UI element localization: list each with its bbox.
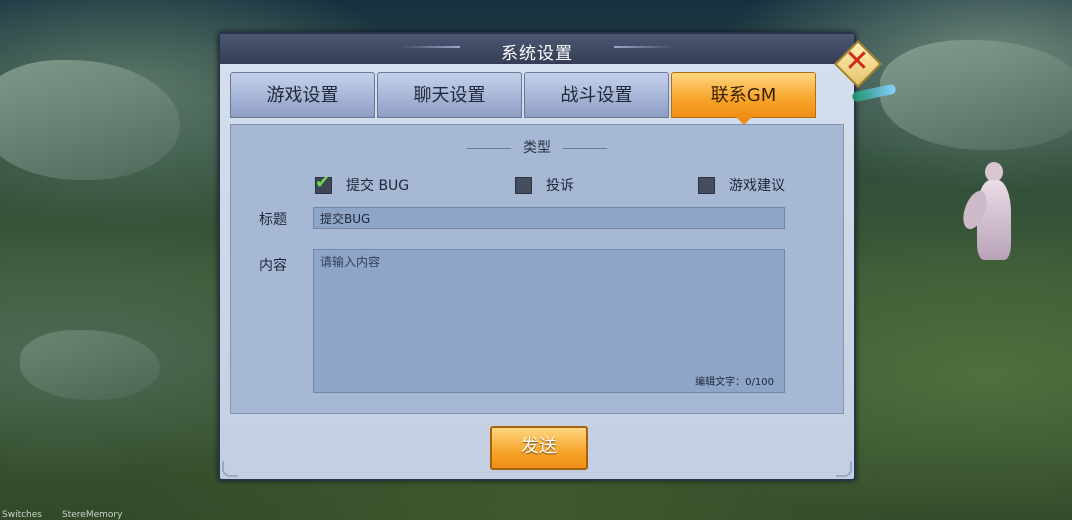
tab-battle-settings[interactable]: 战斗设置 — [524, 72, 669, 118]
option-complaint-label: 投诉 — [546, 178, 574, 194]
title-deco-right — [614, 46, 674, 48]
tab-contact-gm[interactable]: 联系GM — [671, 72, 816, 125]
type-label: 类型 — [523, 140, 551, 156]
contact-gm-panel: 类型 提交 BUG 投诉 游戏建议 标题 内容 编辑文字：0/100 — [230, 124, 844, 414]
player-character[interactable] — [958, 160, 1025, 270]
content-field: 编辑文字：0/100 — [313, 249, 785, 393]
option-suggestion[interactable]: 游戏建议 — [698, 175, 785, 195]
system-settings-dialog: 系统设置 游戏设置 聊天设置 战斗设置 联系GM 类型 提交 BUG 投诉 游戏… — [218, 32, 856, 481]
checkbox-suggestion[interactable] — [698, 176, 715, 194]
corner-ornament-br — [836, 461, 852, 477]
close-button[interactable]: ✕ — [833, 39, 883, 89]
option-submit-bug-label: 提交 BUG — [346, 178, 410, 194]
option-suggestion-label: 游戏建议 — [729, 178, 785, 194]
checkbox-complaint[interactable] — [515, 176, 532, 194]
type-heading: 类型 — [231, 137, 843, 157]
type-deco-right — [563, 147, 607, 149]
checkbox-submit-bug[interactable] — [315, 172, 332, 194]
bottom-status-1: Switches — [2, 510, 42, 520]
dialog-title-bar: 系统设置 — [220, 34, 854, 64]
dialog-title: 系统设置 — [501, 44, 573, 64]
title-field-label: 标题 — [259, 212, 287, 228]
type-deco-left — [467, 147, 511, 149]
scene-rock-right — [880, 40, 1072, 150]
char-counter: 编辑文字：0/100 — [695, 377, 774, 388]
tab-game-settings[interactable]: 游戏设置 — [230, 72, 375, 118]
scene-rock-left — [0, 60, 180, 180]
close-icon: ✕ — [844, 44, 870, 79]
character-head — [985, 162, 1003, 182]
scene-rock-left-low — [20, 330, 160, 400]
send-button[interactable]: 发送 — [490, 426, 588, 470]
corner-ornament-bl — [222, 461, 238, 477]
bottom-status-2: StereMemory — [62, 510, 123, 520]
option-complaint[interactable]: 投诉 — [515, 175, 574, 195]
tab-chat-settings[interactable]: 聊天设置 — [377, 72, 522, 118]
title-input[interactable] — [313, 207, 785, 229]
option-submit-bug[interactable]: 提交 BUG — [315, 172, 410, 195]
content-field-label: 内容 — [259, 258, 287, 274]
content-textarea[interactable] — [314, 250, 784, 392]
